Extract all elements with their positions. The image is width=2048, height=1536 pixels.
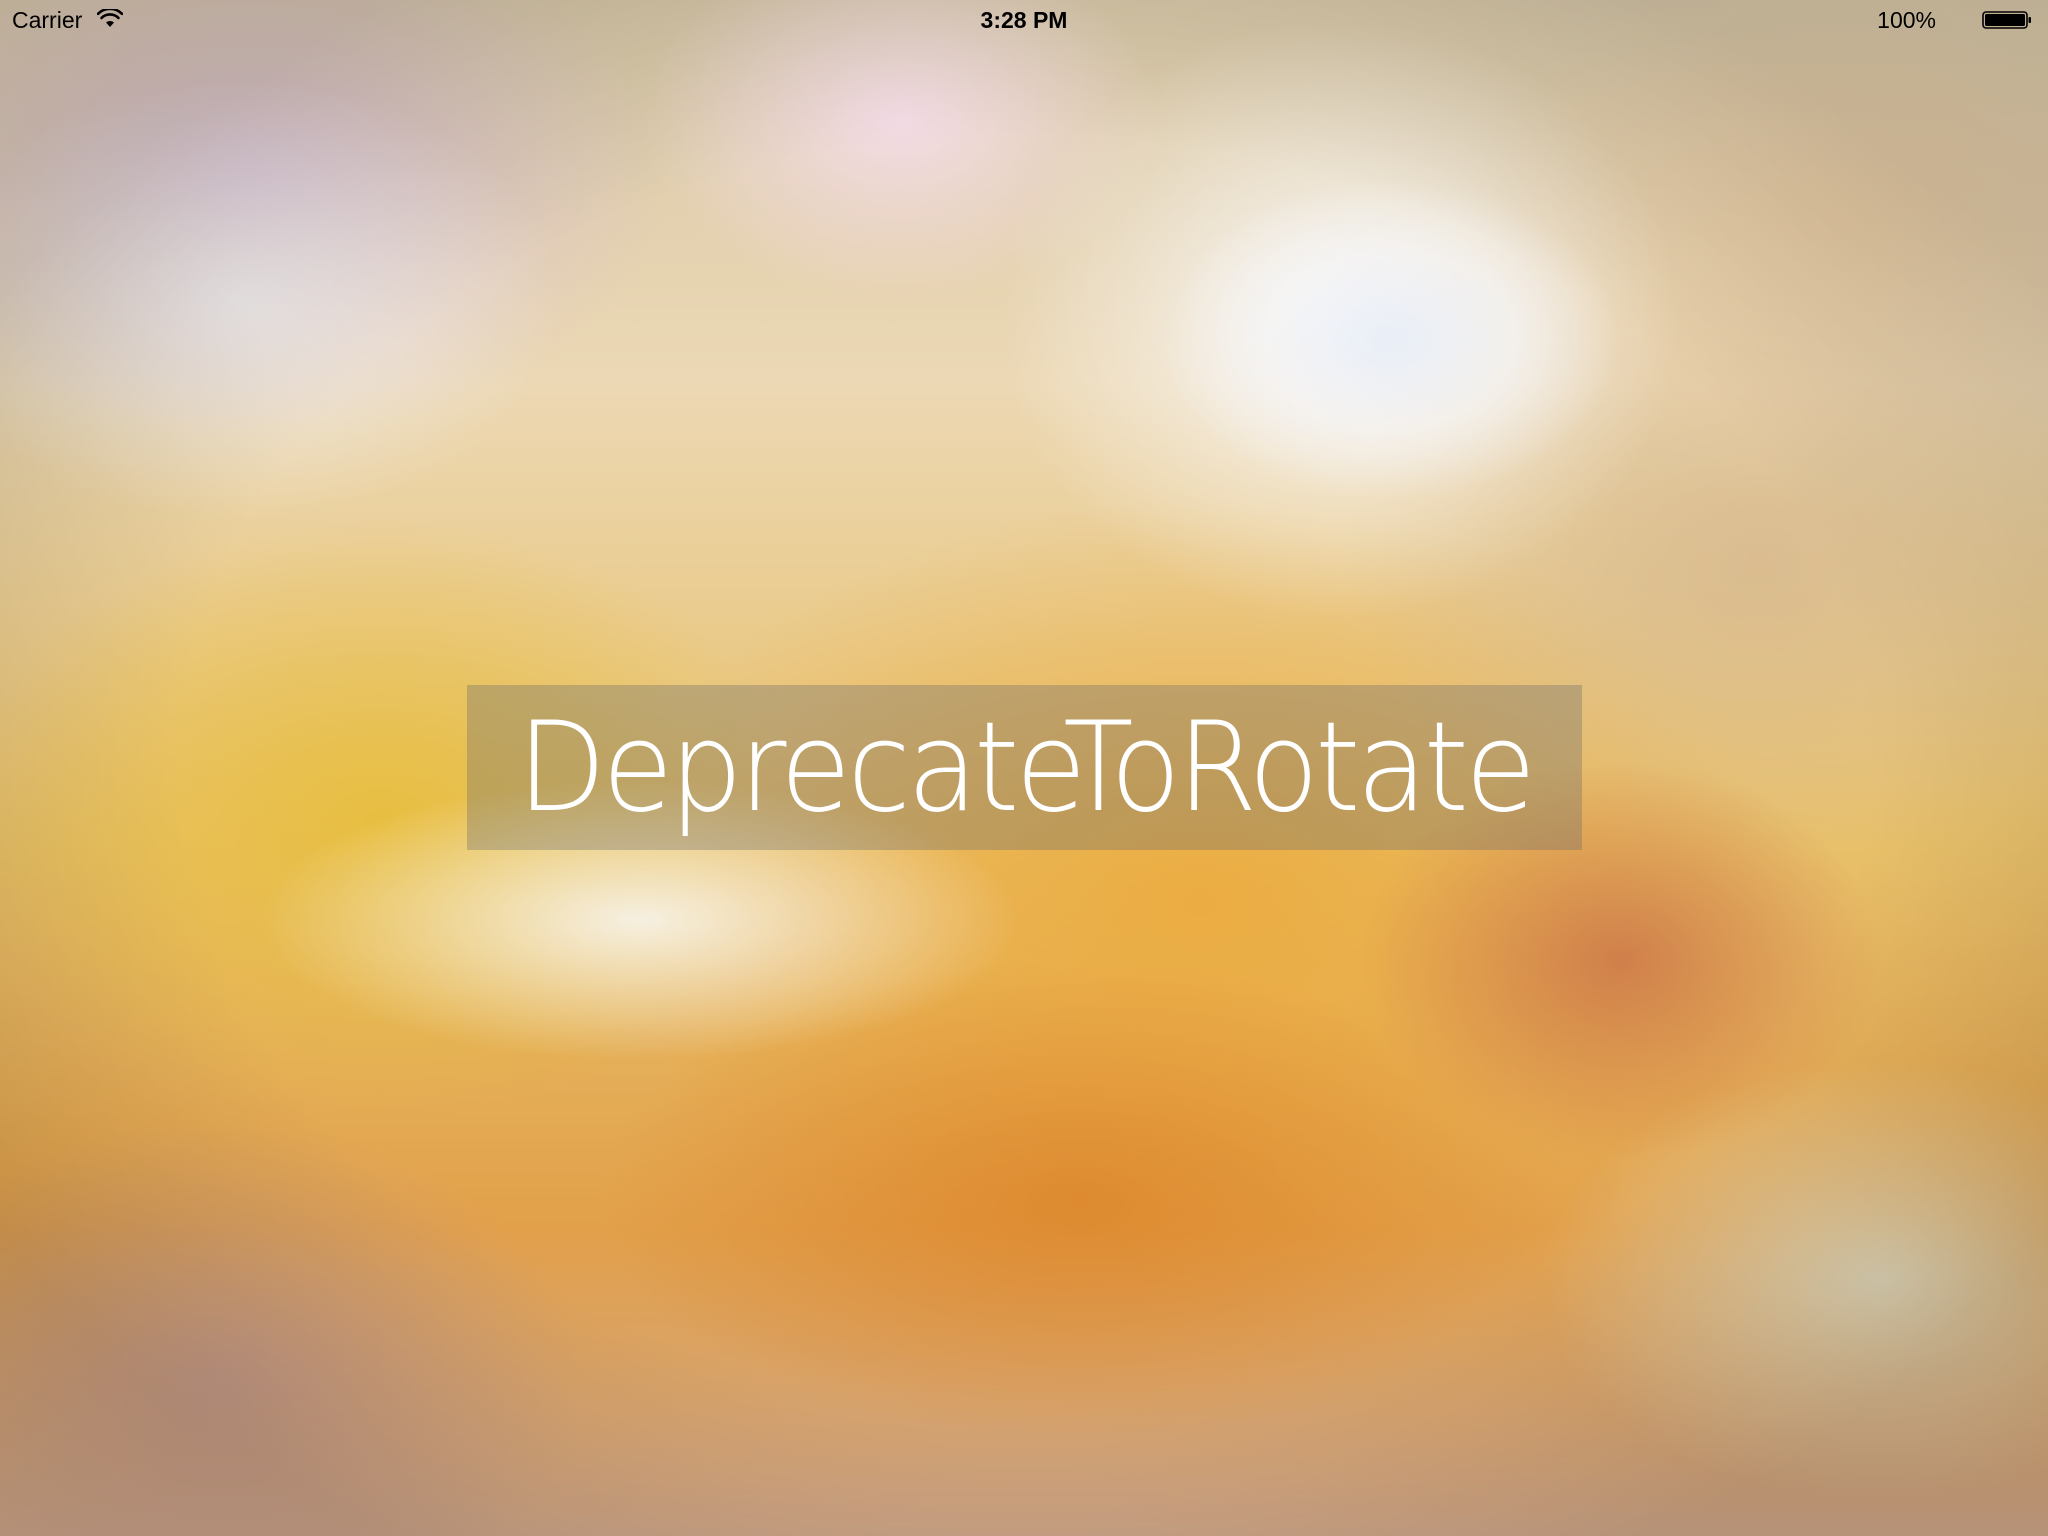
title-label: DeprecateToRotate	[516, 695, 1536, 840]
status-bar: Carrier 3:28 PM 100%	[0, 0, 2048, 40]
battery-percentage: 100%	[1877, 7, 1936, 33]
clock: 3:28 PM	[980, 7, 1068, 33]
app-screen: Carrier 3:28 PM 100% DeprecateToRotate	[0, 0, 2048, 1536]
title-label-container: DeprecateToRotate	[467, 685, 1582, 850]
battery-icon	[1982, 11, 2031, 29]
